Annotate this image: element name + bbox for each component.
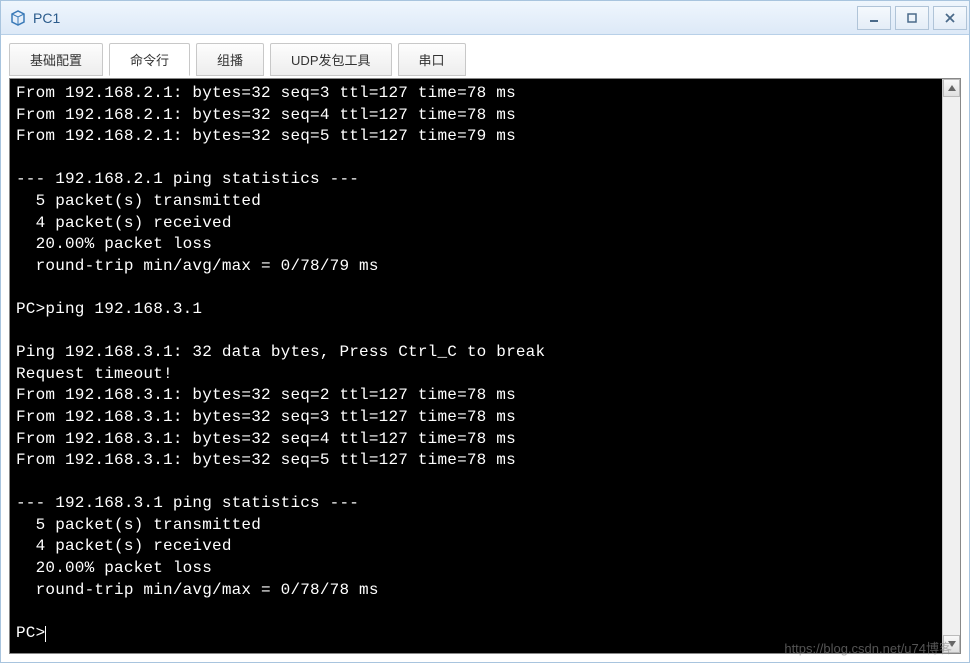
terminal-line: From 192.168.2.1: bytes=32 seq=5 ttl=127… (16, 126, 936, 148)
scroll-down-button[interactable] (943, 635, 960, 653)
terminal-line: Ping 192.168.3.1: 32 data bytes, Press C… (16, 342, 936, 364)
terminal-line (16, 321, 936, 343)
close-button[interactable] (933, 6, 967, 30)
tab-basic-config[interactable]: 基础配置 (9, 43, 103, 76)
terminal-line (16, 277, 936, 299)
window-controls (857, 6, 967, 30)
scroll-track[interactable] (943, 97, 960, 635)
terminal-line: --- 192.168.3.1 ping statistics --- (16, 493, 936, 515)
terminal-line: 5 packet(s) transmitted (16, 515, 936, 537)
terminal-line (16, 472, 936, 494)
terminal-line: PC>ping 192.168.3.1 (16, 299, 936, 321)
titlebar: PC1 (1, 1, 969, 35)
terminal-line: Request timeout! (16, 364, 936, 386)
window-title: PC1 (33, 10, 857, 26)
app-icon (9, 9, 27, 27)
terminal-line: 20.00% packet loss (16, 234, 936, 256)
terminal-line: --- 192.168.2.1 ping statistics --- (16, 169, 936, 191)
terminal-line: 4 packet(s) received (16, 213, 936, 235)
terminal-line: From 192.168.3.1: bytes=32 seq=5 ttl=127… (16, 450, 936, 472)
terminal-container: From 192.168.2.1: bytes=32 seq=3 ttl=127… (9, 78, 961, 654)
terminal-line: From 192.168.3.1: bytes=32 seq=3 ttl=127… (16, 407, 936, 429)
terminal-line: From 192.168.3.1: bytes=32 seq=4 ttl=127… (16, 429, 936, 451)
minimize-button[interactable] (857, 6, 891, 30)
terminal-output[interactable]: From 192.168.2.1: bytes=32 seq=3 ttl=127… (10, 79, 942, 653)
terminal-line: From 192.168.2.1: bytes=32 seq=4 ttl=127… (16, 105, 936, 127)
terminal-line (16, 148, 936, 170)
content-area: 基础配置 命令行 组播 UDP发包工具 串口 From 192.168.2.1:… (1, 35, 969, 662)
tab-bar: 基础配置 命令行 组播 UDP发包工具 串口 (9, 43, 961, 76)
scroll-up-button[interactable] (943, 79, 960, 97)
terminal-line: From 192.168.2.1: bytes=32 seq=3 ttl=127… (16, 83, 936, 105)
scrollbar[interactable] (942, 79, 960, 653)
maximize-button[interactable] (895, 6, 929, 30)
terminal-prompt[interactable]: PC> (16, 623, 46, 645)
terminal-line: From 192.168.3.1: bytes=32 seq=2 ttl=127… (16, 385, 936, 407)
terminal-line: 5 packet(s) transmitted (16, 191, 936, 213)
tab-udp-sender[interactable]: UDP发包工具 (270, 43, 391, 76)
tab-serial[interactable]: 串口 (398, 43, 466, 76)
terminal-line: 4 packet(s) received (16, 536, 936, 558)
terminal-line (16, 601, 936, 623)
app-window: PC1 基础配置 命令行 组播 UDP发包工具 串口 From 192.168.… (0, 0, 970, 663)
terminal-line: round-trip min/avg/max = 0/78/78 ms (16, 580, 936, 602)
terminal-line: round-trip min/avg/max = 0/78/79 ms (16, 256, 936, 278)
tab-multicast[interactable]: 组播 (196, 43, 264, 76)
terminal-line: 20.00% packet loss (16, 558, 936, 580)
tab-command-line[interactable]: 命令行 (109, 43, 190, 76)
